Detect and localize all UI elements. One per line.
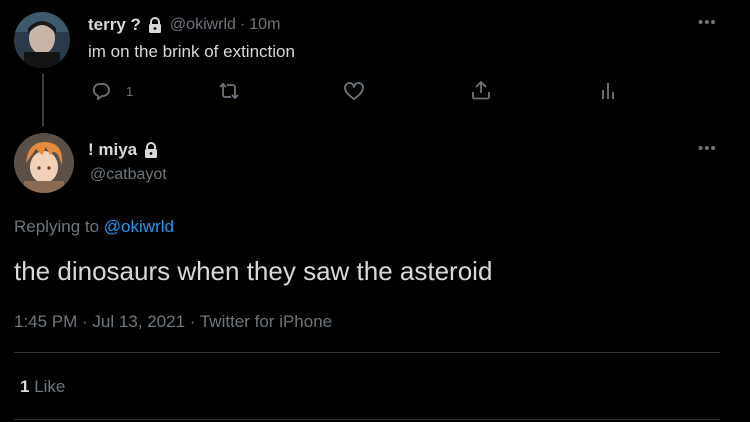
parent-tweet-text: im on the brink of extinction: [88, 42, 295, 61]
main-tweet-text: the dinosaurs when they saw the asteroid: [14, 256, 493, 286]
parent-handle[interactable]: @okiwrld: [170, 16, 236, 34]
likes-stat[interactable]: 1 Like: [20, 377, 65, 397]
replying-to-handle[interactable]: @okiwrld: [104, 217, 174, 236]
reply-count: 1: [126, 84, 134, 99]
lock-icon: [142, 141, 160, 159]
share-icon[interactable]: [470, 79, 492, 101]
divider: [14, 419, 720, 420]
divider: [14, 352, 720, 353]
retweet-icon[interactable]: [217, 80, 241, 102]
lock-icon: [146, 16, 164, 34]
main-header: ! miya: [88, 139, 160, 161]
main-display-name[interactable]: ! miya: [88, 140, 137, 160]
separator-dot: ·: [239, 16, 246, 33]
main-more-icon[interactable]: •••: [698, 140, 717, 157]
likes-label: Like: [34, 377, 66, 396]
tweet-meta[interactable]: 1:45 PM · Jul 13, 2021 · Twitter for iPh…: [14, 312, 332, 332]
main-handle[interactable]: @catbayot: [90, 166, 167, 184]
avatar-parent[interactable]: [14, 12, 70, 68]
likes-count: 1: [20, 377, 30, 396]
parent-more-icon[interactable]: •••: [698, 14, 717, 31]
thread-line: [42, 74, 44, 126]
replying-to-label: Replying to: [14, 217, 100, 236]
parent-display-name[interactable]: terry ?: [88, 15, 141, 35]
like-icon[interactable]: [343, 80, 365, 102]
avatar-main[interactable]: [14, 133, 74, 193]
analytics-icon[interactable]: [598, 80, 618, 102]
reply-icon[interactable]: [90, 80, 112, 102]
parent-header: terry ? @okiwrld · 10m: [88, 14, 280, 36]
replying-to-line: Replying to @okiwrld: [14, 217, 174, 237]
parent-timestamp[interactable]: 10m: [249, 16, 280, 34]
